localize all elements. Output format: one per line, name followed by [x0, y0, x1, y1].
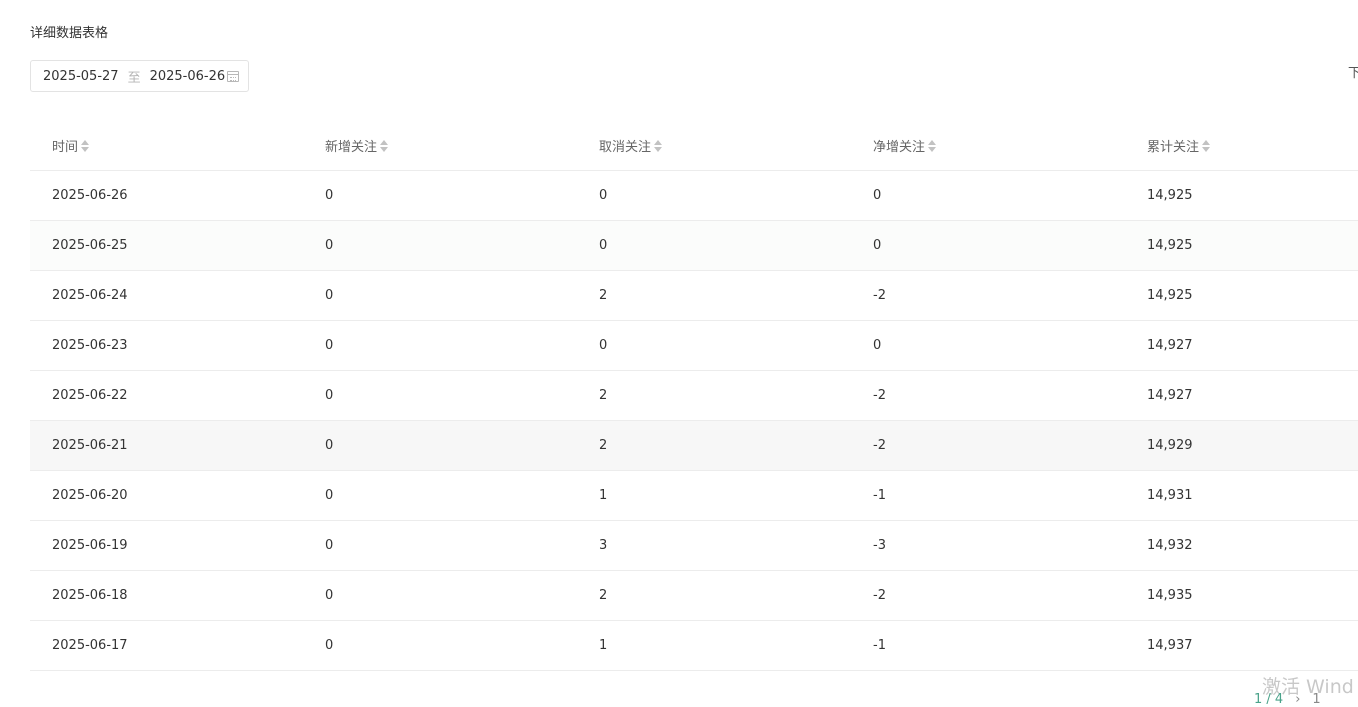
table-row: 2025-06-20 0 1 -1 14,931: [30, 471, 1358, 521]
data-table: 时间 新增关注 取消关注 净增关注 累计关注 2025-06-26 0 0 0 …: [30, 121, 1358, 671]
next-page-button[interactable]: ›: [1295, 692, 1300, 707]
cell-new-follows: 0: [325, 338, 334, 353]
cell-total-follows: 14,929: [1147, 438, 1193, 453]
table-row: 2025-06-17 0 1 -1 14,937: [30, 621, 1358, 671]
table-row: 2025-06-21 0 2 -2 14,929: [30, 421, 1358, 471]
table-row: 2025-06-25 0 0 0 14,925: [30, 221, 1358, 271]
cell-total-follows: 14,937: [1147, 638, 1193, 653]
cell-time: 2025-06-21: [52, 438, 128, 453]
cell-unfollows: 0: [599, 338, 608, 353]
sort-icon[interactable]: [928, 139, 937, 152]
column-header-new-follows[interactable]: 新增关注: [303, 136, 577, 155]
cell-net-follows: -3: [873, 538, 886, 553]
cell-time: 2025-06-25: [52, 238, 128, 253]
cell-unfollows: 2: [599, 588, 608, 603]
cell-unfollows: 1: [599, 488, 608, 503]
cell-time: 2025-06-26: [52, 188, 128, 203]
table-row: 2025-06-26 0 0 0 14,925: [30, 171, 1358, 221]
sort-icon[interactable]: [654, 139, 663, 152]
cell-net-follows: -2: [873, 288, 886, 303]
column-header-unfollows[interactable]: 取消关注: [577, 136, 851, 155]
date-range-picker[interactable]: 2025-05-27 至 2025-06-26: [30, 60, 249, 92]
cell-new-follows: 0: [325, 538, 334, 553]
cell-net-follows: -2: [873, 388, 886, 403]
section-title: 详细数据表格: [30, 26, 109, 41]
cell-unfollows: 0: [599, 238, 608, 253]
cell-total-follows: 14,927: [1147, 338, 1193, 353]
cell-total-follows: 14,932: [1147, 538, 1193, 553]
table-row: 2025-06-19 0 3 -3 14,932: [30, 521, 1358, 571]
page-jump-input[interactable]: 1: [1312, 692, 1320, 707]
cell-unfollows: 2: [599, 388, 608, 403]
cell-new-follows: 0: [325, 288, 334, 303]
column-header-time[interactable]: 时间: [30, 136, 303, 155]
cell-net-follows: 0: [873, 188, 882, 203]
cell-net-follows: -2: [873, 438, 886, 453]
cell-total-follows: 14,935: [1147, 588, 1193, 603]
cell-net-follows: -1: [873, 488, 886, 503]
sort-icon[interactable]: [1202, 139, 1211, 152]
table-row: 2025-06-18 0 2 -2 14,935: [30, 571, 1358, 621]
cell-net-follows: 0: [873, 238, 882, 253]
page: 详细数据表格 2025-05-27 至 2025-06-26 下 时间 新增关注…: [0, 0, 1358, 707]
table-header: 时间 新增关注 取消关注 净增关注 累计关注: [30, 121, 1358, 171]
cell-net-follows: -1: [873, 638, 886, 653]
cell-net-follows: -2: [873, 588, 886, 603]
cell-unfollows: 1: [599, 638, 608, 653]
cell-new-follows: 0: [325, 438, 334, 453]
column-header-total-follows[interactable]: 累计关注: [1125, 136, 1358, 155]
cell-new-follows: 0: [325, 388, 334, 403]
cell-new-follows: 0: [325, 238, 334, 253]
cell-time: 2025-06-20: [52, 488, 128, 503]
cell-total-follows: 14,925: [1147, 288, 1193, 303]
cell-total-follows: 14,925: [1147, 238, 1193, 253]
table-row: 2025-06-24 0 2 -2 14,925: [30, 271, 1358, 321]
cell-unfollows: 3: [599, 538, 608, 553]
cell-new-follows: 0: [325, 638, 334, 653]
cell-unfollows: 2: [599, 438, 608, 453]
cell-new-follows: 0: [325, 588, 334, 603]
cell-time: 2025-06-17: [52, 638, 128, 653]
cell-total-follows: 14,931: [1147, 488, 1193, 503]
table-row: 2025-06-22 0 2 -2 14,927: [30, 371, 1358, 421]
date-start[interactable]: 2025-05-27: [43, 69, 119, 84]
cell-time: 2025-06-19: [52, 538, 128, 553]
download-link[interactable]: 下: [1348, 62, 1358, 81]
calendar-icon[interactable]: [227, 71, 239, 82]
cell-total-follows: 14,925: [1147, 188, 1193, 203]
sort-icon[interactable]: [380, 139, 389, 152]
date-separator: 至: [127, 70, 141, 86]
date-end[interactable]: 2025-06-26: [150, 69, 226, 84]
cell-time: 2025-06-18: [52, 588, 128, 603]
column-header-net-follows[interactable]: 净增关注: [851, 136, 1125, 155]
cell-time: 2025-06-23: [52, 338, 128, 353]
pagination: 1 / 4 › 1: [1254, 692, 1321, 707]
cell-time: 2025-06-24: [52, 288, 128, 303]
cell-unfollows: 0: [599, 188, 608, 203]
page-indicator: 1 / 4: [1254, 692, 1284, 707]
cell-net-follows: 0: [873, 338, 882, 353]
cell-unfollows: 2: [599, 288, 608, 303]
cell-time: 2025-06-22: [52, 388, 128, 403]
cell-new-follows: 0: [325, 188, 334, 203]
sort-icon[interactable]: [81, 139, 90, 152]
cell-new-follows: 0: [325, 488, 334, 503]
cell-total-follows: 14,927: [1147, 388, 1193, 403]
table-row: 2025-06-23 0 0 0 14,927: [30, 321, 1358, 371]
